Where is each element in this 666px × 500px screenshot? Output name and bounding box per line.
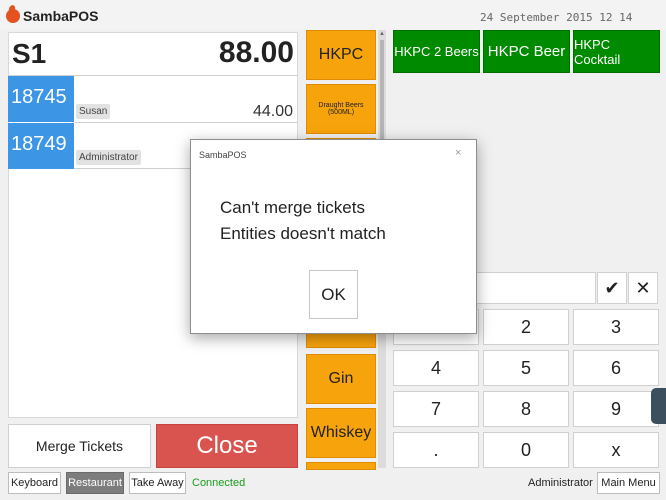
numpad-key-5[interactable]: 5 bbox=[483, 350, 569, 386]
clear-icon[interactable]: ✕ bbox=[628, 272, 658, 304]
numpad-key-dot[interactable]: . bbox=[393, 432, 479, 468]
numpad-key-4[interactable]: 4 bbox=[393, 350, 479, 386]
keyboard-button[interactable]: Keyboard bbox=[8, 472, 61, 494]
product-hkpc-cocktail-button[interactable]: HKPC Cocktail bbox=[573, 30, 660, 73]
numpad-key-8[interactable]: 8 bbox=[483, 391, 569, 427]
numpad-key-9[interactable]: 9 bbox=[573, 391, 659, 427]
merge-tickets-button[interactable]: Merge Tickets bbox=[8, 424, 151, 468]
numpad-key-6[interactable]: 6 bbox=[573, 350, 659, 386]
side-panel-tab-icon[interactable] bbox=[651, 388, 666, 424]
numpad-key-3[interactable]: 3 bbox=[573, 309, 659, 345]
close-ticket-button[interactable]: Close bbox=[156, 424, 298, 468]
dialog-message-line-2: Entities doesn't match bbox=[220, 224, 386, 243]
category-hkpc-button[interactable]: HKPC bbox=[306, 30, 376, 80]
check-icon[interactable]: ✔ bbox=[597, 272, 627, 304]
entity-id-badge[interactable]: 18749 bbox=[8, 123, 74, 169]
ticket-name: S1 bbox=[12, 38, 47, 69]
ok-button[interactable]: OK bbox=[309, 270, 358, 319]
take-away-button[interactable]: Take Away bbox=[129, 472, 186, 494]
numpad-key-multiply[interactable]: x bbox=[573, 432, 659, 468]
current-user: Administrator bbox=[528, 477, 593, 489]
entity-id-badge[interactable]: 18745 bbox=[8, 76, 74, 122]
entity-user-label: Administrator bbox=[76, 150, 141, 165]
scroll-up-arrow-icon[interactable]: ▲ bbox=[378, 30, 386, 38]
category-draught-beers-button[interactable]: Draught Beers (500ML) bbox=[306, 84, 376, 134]
dialog-message-line-1: Can't merge tickets bbox=[220, 198, 365, 217]
dialog-close-icon[interactable]: × bbox=[455, 147, 461, 159]
numpad-key-7[interactable]: 7 bbox=[393, 391, 479, 427]
category-gin-button[interactable]: Gin bbox=[306, 354, 376, 404]
ticket-total: 88.00 bbox=[218, 36, 294, 69]
numpad-key-2[interactable]: 2 bbox=[483, 309, 569, 345]
date-time: 24 September 2015 12 14 bbox=[480, 11, 633, 24]
entity-amount: 44.00 bbox=[252, 103, 293, 120]
product-hkpc-2-beers-button[interactable]: HKPC 2 Beers bbox=[393, 30, 480, 73]
sambapos-logo-icon bbox=[6, 9, 20, 23]
connection-status: Connected bbox=[192, 477, 246, 489]
main-menu-button[interactable]: Main Menu bbox=[597, 472, 660, 494]
app-title: SambaPOS bbox=[23, 8, 99, 24]
dialog-title: SambaPOS bbox=[199, 150, 247, 160]
restaurant-button[interactable]: Restaurant bbox=[66, 472, 124, 494]
category-whiskey-button[interactable]: Whiskey bbox=[306, 408, 376, 458]
entity-user-label: Susan bbox=[76, 104, 111, 119]
numpad-input[interactable] bbox=[476, 272, 596, 304]
category-button[interactable] bbox=[306, 462, 376, 470]
product-hkpc-beer-button[interactable]: HKPC Beer bbox=[483, 30, 570, 73]
numpad-key-0[interactable]: 0 bbox=[483, 432, 569, 468]
error-dialog: SambaPOS × Can't merge tickets Entities … bbox=[190, 139, 477, 334]
